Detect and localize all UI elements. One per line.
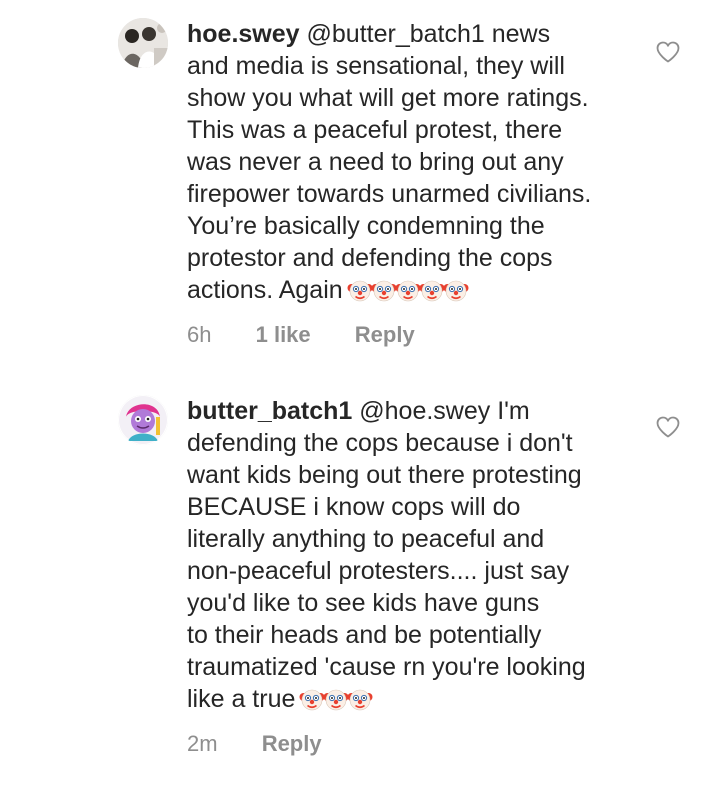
clown-face-icon <box>395 280 421 302</box>
comment-line: like a true <box>187 683 647 720</box>
comment-line: protestor and defending the cops <box>187 244 553 272</box>
comment-line: hoe.swey @butter_batch1 news <box>187 18 647 50</box>
comment-line: to their heads and be potentially <box>187 621 542 649</box>
likes-count[interactable]: 1 like <box>256 321 311 349</box>
clown-face-icon <box>347 280 373 302</box>
username[interactable]: hoe.swey <box>187 20 300 48</box>
comment-meta: 6h 1 like Reply <box>187 321 647 349</box>
emoji-row <box>299 686 373 720</box>
comment-line: literally anything to peaceful and <box>187 525 545 553</box>
comment-meta: 2m Reply <box>187 730 647 758</box>
comment-line: traumatized 'cause rn you're looking <box>187 653 586 681</box>
clown-face-icon <box>347 689 373 711</box>
clown-face-icon <box>371 280 397 302</box>
comment-line-text: actions. Again <box>187 276 343 304</box>
comment-line: show you what will get more ratings. <box>187 84 589 112</box>
comment-line: you'd like to see kids have guns <box>187 589 540 617</box>
comment-line: defending the cops because i don't <box>187 429 573 457</box>
reply-button[interactable]: Reply <box>355 321 415 349</box>
comment-line-text: @hoe.swey I'm <box>359 397 530 425</box>
username[interactable]: butter_batch1 <box>187 397 352 425</box>
emoji-row <box>347 277 469 311</box>
comment-text: hoe.swey @butter_batch1 news and media i… <box>187 18 647 311</box>
timestamp: 2m <box>187 731 218 756</box>
heart-outline-icon[interactable] <box>655 40 681 64</box>
comment-line: This was a peaceful protest, there <box>187 116 563 144</box>
comment-line: BECAUSE i know cops will do <box>187 493 521 521</box>
comment-body: hoe.swey @butter_batch1 news and media i… <box>187 18 647 349</box>
comment-line-text: @butter_batch1 news <box>306 20 551 48</box>
comment-line: firepower towards unarmed civilians. <box>187 180 592 208</box>
clown-face-icon <box>299 689 325 711</box>
timestamp: 6h <box>187 322 212 347</box>
comment-text: butter_batch1 @hoe.swey I'm defending th… <box>187 395 647 720</box>
comment-line: butter_batch1 @hoe.swey I'm <box>187 395 647 427</box>
comment-line: non-peaceful protesters.... just say <box>187 557 570 585</box>
clown-face-icon <box>419 280 445 302</box>
comment-line: want kids being out there protesting <box>187 461 582 489</box>
clown-face-icon <box>443 280 469 302</box>
comment-line: You’re basically condemning the <box>187 212 545 240</box>
comment-line: was never a need to bring out any <box>187 148 564 176</box>
avatar[interactable] <box>118 18 168 68</box>
heart-outline-icon[interactable] <box>655 415 681 439</box>
clown-face-icon <box>323 689 349 711</box>
comment-line-text: like a true <box>187 685 296 713</box>
comment-line: actions. Again <box>187 274 647 311</box>
avatar[interactable] <box>118 395 168 445</box>
comment-body: butter_batch1 @hoe.swey I'm defending th… <box>187 395 647 758</box>
reply-button[interactable]: Reply <box>262 730 322 758</box>
comment-line: and media is sensational, they will <box>187 52 565 80</box>
